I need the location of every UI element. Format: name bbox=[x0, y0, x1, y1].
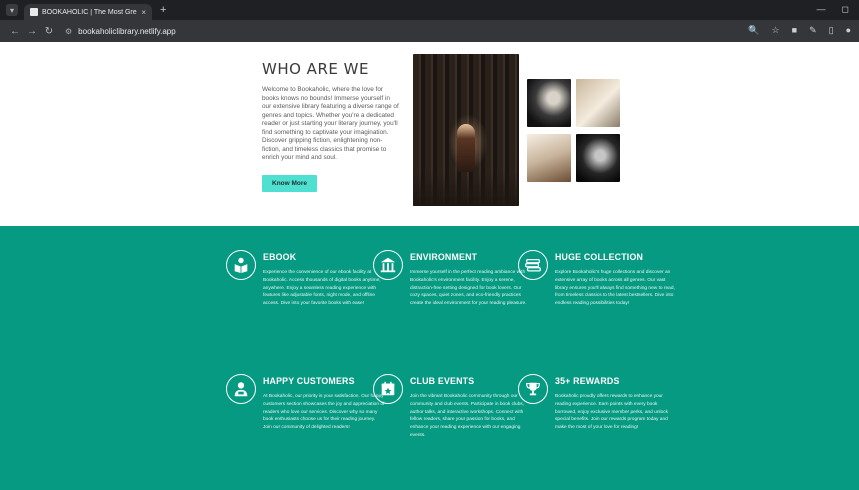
feature-ebook: EBOOK Experience the convenience of our … bbox=[226, 250, 385, 308]
feature-club-events: CLUB EVENTS Join the vibrant Bookaholic … bbox=[373, 374, 532, 440]
profile-icon[interactable]: ● bbox=[846, 25, 851, 36]
sidebar-icon[interactable]: ▯ bbox=[829, 25, 834, 36]
reader-figure bbox=[457, 124, 475, 172]
feature-body: Explore Bookaholic's huge collections an… bbox=[555, 270, 675, 307]
feature-body: Experience the convenience of our ebook … bbox=[263, 270, 381, 307]
reload-icon[interactable]: ↻ bbox=[42, 26, 56, 37]
minimize-icon[interactable]: — bbox=[817, 4, 826, 15]
tab-title: BOOKAHOLIC | The Most Grea bbox=[42, 8, 138, 16]
customer-icon bbox=[226, 374, 256, 404]
pen-icon[interactable]: ✎ bbox=[809, 25, 817, 36]
feature-title: HAPPY CUSTOMERS bbox=[263, 376, 355, 386]
feature-title: EBOOK bbox=[263, 252, 297, 262]
site-favicon-icon bbox=[30, 8, 38, 16]
gallery-photo-4 bbox=[576, 134, 620, 182]
feature-body: Bookaholic proudly offers rewards to enh… bbox=[555, 394, 669, 431]
url-text: bookaholiclibrary.netlify.app bbox=[78, 26, 176, 36]
feature-title: ENVIRONMENT bbox=[410, 252, 478, 262]
browser-tab-bar: ▾ BOOKAHOLIC | The Most Grea × + — ◻ bbox=[0, 0, 859, 20]
about-body: Welcome to Bookaholic, where the love fo… bbox=[262, 86, 399, 161]
feature-environment: ENVIRONMENT Immerse yourself in the perf… bbox=[373, 250, 532, 308]
feature-body: Immerse yourself in the perfect reading … bbox=[410, 270, 527, 307]
feature-body: Join the vibrant Bookaholic community th… bbox=[410, 394, 525, 438]
about-section: WHO ARE WE Welcome to Bookaholic, where … bbox=[262, 60, 400, 192]
feature-huge-collection: HUGE COLLECTION Explore Bookaholic's hug… bbox=[518, 250, 677, 308]
tab-close-icon[interactable]: × bbox=[141, 8, 146, 17]
know-more-button[interactable]: Know More bbox=[262, 174, 318, 192]
feature-title: HUGE COLLECTION bbox=[555, 252, 644, 262]
forward-icon[interactable]: → bbox=[25, 26, 39, 37]
feature-happy-customers: HAPPY CUSTOMERS At Bookaholic, our prior… bbox=[226, 374, 385, 432]
zoom-icon[interactable]: 🔍 bbox=[748, 25, 759, 36]
web-page: WHO ARE WE Welcome to Bookaholic, where … bbox=[0, 42, 859, 490]
trophy-icon bbox=[518, 374, 548, 404]
new-tab-button[interactable]: + bbox=[160, 4, 166, 16]
gallery-photo-2 bbox=[576, 79, 620, 127]
features-section: EBOOK Experience the convenience of our … bbox=[0, 226, 859, 490]
toolbar-icons: 🔍 ☆ ■ ✎ ▯ ● bbox=[748, 25, 851, 36]
back-icon[interactable]: ← bbox=[8, 26, 22, 37]
reader-icon bbox=[226, 250, 256, 280]
maximize-icon[interactable]: ◻ bbox=[842, 4, 849, 15]
gallery-photo-1 bbox=[527, 79, 571, 127]
gallery-photo-3 bbox=[527, 134, 571, 182]
browser-tab[interactable]: BOOKAHOLIC | The Most Grea × bbox=[24, 4, 152, 20]
calendar-star-icon bbox=[373, 374, 403, 404]
book-stack-icon bbox=[518, 250, 548, 280]
tab-search-button[interactable]: ▾ bbox=[6, 4, 18, 16]
site-info-icon[interactable]: ⚙ bbox=[65, 27, 72, 36]
url-field[interactable]: ⚙ bookaholiclibrary.netlify.app bbox=[65, 27, 176, 36]
library-reader-photo bbox=[413, 54, 519, 206]
address-bar: ← → ↻ ⚙ bookaholiclibrary.netlify.app 🔍 … bbox=[0, 20, 859, 42]
feature-rewards: 35+ REWARDS Bookaholic proudly offers re… bbox=[518, 374, 677, 432]
building-icon bbox=[373, 250, 403, 280]
about-title: WHO ARE WE bbox=[262, 60, 369, 78]
extension-icon[interactable]: ■ bbox=[792, 25, 797, 36]
feature-body: At Bookaholic, our priority is your sati… bbox=[263, 394, 385, 431]
bookmark-star-icon[interactable]: ☆ bbox=[772, 25, 780, 36]
window-controls: — ◻ bbox=[817, 4, 849, 15]
feature-title: 35+ REWARDS bbox=[555, 376, 620, 386]
feature-title: CLUB EVENTS bbox=[410, 376, 475, 386]
